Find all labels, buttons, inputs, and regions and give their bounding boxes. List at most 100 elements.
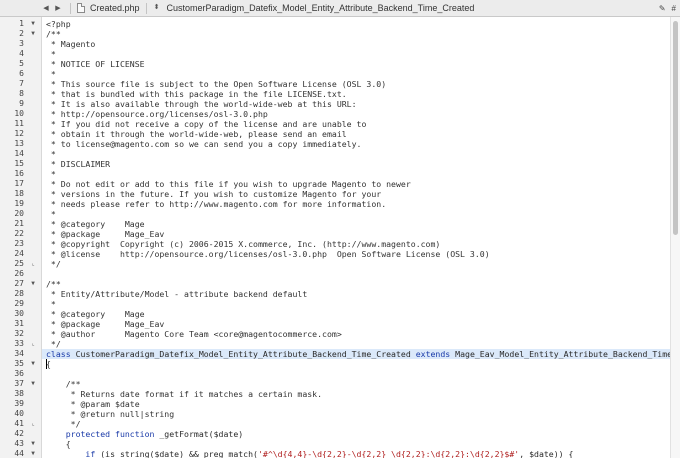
gutter-line: 26 — [0, 269, 42, 279]
gutter-line: 13 — [0, 139, 42, 149]
fold-triangle-icon[interactable]: ▼ — [28, 379, 38, 389]
code-token: CustomerParadigm_Datefix_Model_Entity_At… — [70, 349, 416, 359]
code-line: * @param $date — [42, 399, 670, 409]
vertical-scrollbar[interactable] — [670, 17, 680, 458]
fold-end-icon[interactable]: ⌞ — [28, 339, 38, 349]
code-token: * — [46, 169, 56, 179]
code-token: * @category Mage — [46, 309, 145, 319]
code-line: /** — [42, 379, 670, 389]
code-text: */ — [46, 259, 61, 269]
code-text: protected function _getFormat($date) — [46, 429, 243, 439]
line-number-gutter[interactable]: 1 ▼ 2 ▼ 3 4 5 6 7 8 9 10 11 12 13 14 15 16 17 18 19 20 21 22 23 2… — [0, 17, 42, 458]
code-line: * @category Mage — [42, 309, 670, 319]
code-token: * It is also available through the world… — [46, 99, 357, 109]
code-line: * It is also available through the world… — [42, 99, 670, 109]
symbol-menu-icon[interactable]: ⬍ — [153, 1, 161, 16]
code-token: * versions in the future. If you wish to… — [46, 189, 382, 199]
navigation-bar: ◀ ▶ Created.php ⬍ CustomerParadigm_Datef… — [0, 0, 680, 17]
code-line: * — [42, 299, 670, 309]
fold-end-icon[interactable]: ⌞ — [28, 259, 38, 269]
code-line: */ — [42, 339, 670, 349]
code-token: * @package Mage_Eav — [46, 229, 165, 239]
code-line: * If you did not receive a copy of the l… — [42, 119, 670, 129]
pen-icon[interactable]: ✎ — [659, 4, 666, 13]
string-token: '#^\d{4,4}-\d{2,2}-\d{2,2} \d{2,2}:\d{2,… — [257, 449, 520, 458]
gutter-line: 15 — [0, 159, 42, 169]
fold-triangle-icon[interactable]: ▼ — [28, 19, 38, 29]
gutter-line: 41 ⌞ — [0, 419, 42, 429]
code-line: * @copyright Copyright (c) 2006-2015 X.c… — [42, 239, 670, 249]
line-number: 28 — [14, 289, 24, 298]
code-line: * — [42, 169, 670, 179]
code-line: <?php — [42, 19, 670, 29]
code-text: * — [46, 149, 56, 159]
code-line: if (is_string($date) && preg_match('#^\d… — [42, 449, 670, 458]
code-text: * — [46, 69, 56, 79]
code-line: /** — [42, 29, 670, 39]
fold-triangle-icon[interactable]: ▼ — [28, 29, 38, 39]
file-name-popup[interactable]: Created.php — [90, 3, 140, 13]
code-line: * — [42, 209, 670, 219]
text-caret — [46, 359, 47, 369]
fold-triangle-icon[interactable]: ▼ — [28, 359, 38, 369]
line-number: 7 — [19, 79, 24, 88]
code-line: * @author Magento Core Team <core@magent… — [42, 329, 670, 339]
code-editor-window: ◀ ▶ Created.php ⬍ CustomerParadigm_Datef… — [0, 0, 680, 458]
line-number: 34 — [14, 349, 24, 358]
keyword-token: protected function — [46, 429, 155, 439]
code-line: { — [42, 439, 670, 449]
gutter-line: 23 — [0, 239, 42, 249]
line-number: 22 — [14, 229, 24, 238]
code-token: * @param $date — [46, 399, 140, 409]
code-token: /** — [46, 29, 61, 39]
code-text: * Do not edit or add to this file if you… — [46, 179, 411, 189]
hash-icon[interactable]: # — [672, 4, 676, 13]
symbol-popup[interactable]: CustomerParadigm_Datefix_Model_Entity_At… — [167, 3, 475, 13]
code-text: * — [46, 209, 56, 219]
code-text: class CustomerParadigm_Datefix_Model_Ent… — [46, 349, 670, 359]
toolbar-divider — [70, 2, 71, 14]
code-text: * @license http://opensource.org/license… — [46, 249, 490, 259]
code-token: * — [46, 49, 56, 59]
forward-arrow-icon[interactable]: ▶ — [52, 1, 64, 16]
code-token: * — [46, 69, 56, 79]
code-token: * @category Mage — [46, 219, 145, 229]
code-token: * to license@magento.com so we can send … — [46, 139, 362, 149]
code-text: * obtain it through the world-wide-web, … — [46, 129, 347, 139]
line-number: 36 — [14, 369, 24, 378]
gutter-line: 38 — [0, 389, 42, 399]
file-icon — [77, 3, 85, 13]
code-token: * needs please refer to http://www.magen… — [46, 199, 387, 209]
code-token: * This source file is subject to the Ope… — [46, 79, 387, 89]
line-number: 31 — [14, 319, 24, 328]
code-text-area[interactable]: <?php/** * Magento * * NOTICE OF LICENSE… — [42, 17, 670, 458]
code-text: if (is_string($date) && preg_match('#^\d… — [46, 449, 573, 458]
code-text: * — [46, 169, 56, 179]
code-text: * It is also available through the world… — [46, 99, 357, 109]
line-number: 42 — [14, 429, 24, 438]
code-text: * @package Mage_Eav — [46, 319, 164, 329]
code-text: * @package Mage_Eav — [46, 229, 164, 239]
code-token: /** — [46, 379, 81, 389]
fold-triangle-icon[interactable]: ▼ — [28, 449, 38, 458]
gutter-line: 18 — [0, 189, 42, 199]
gutter-line: 27 ▼ — [0, 279, 42, 289]
line-number: 19 — [14, 199, 24, 208]
code-text: * — [46, 299, 56, 309]
toolbar-divider — [145, 2, 147, 14]
line-number: 23 — [14, 239, 24, 248]
code-line: * — [42, 69, 670, 79]
line-number: 29 — [14, 299, 24, 308]
code-line: * http://opensource.org/licenses/osl-3.0… — [42, 109, 670, 119]
code-line: * @return null|string — [42, 409, 670, 419]
fold-end-icon[interactable]: ⌞ — [28, 419, 38, 429]
scrollbar-thumb[interactable] — [673, 21, 678, 235]
fold-triangle-icon[interactable]: ▼ — [28, 279, 38, 289]
code-line: * Do not edit or add to this file if you… — [42, 179, 670, 189]
code-line: * @category Mage — [42, 219, 670, 229]
back-arrow-icon[interactable]: ◀ — [40, 1, 52, 16]
code-token: _getFormat($date) — [154, 429, 244, 439]
gutter-line: 44 ▼ — [0, 449, 42, 458]
fold-triangle-icon[interactable]: ▼ — [28, 439, 38, 449]
code-token: * obtain it through the world-wide-web, … — [46, 129, 347, 139]
